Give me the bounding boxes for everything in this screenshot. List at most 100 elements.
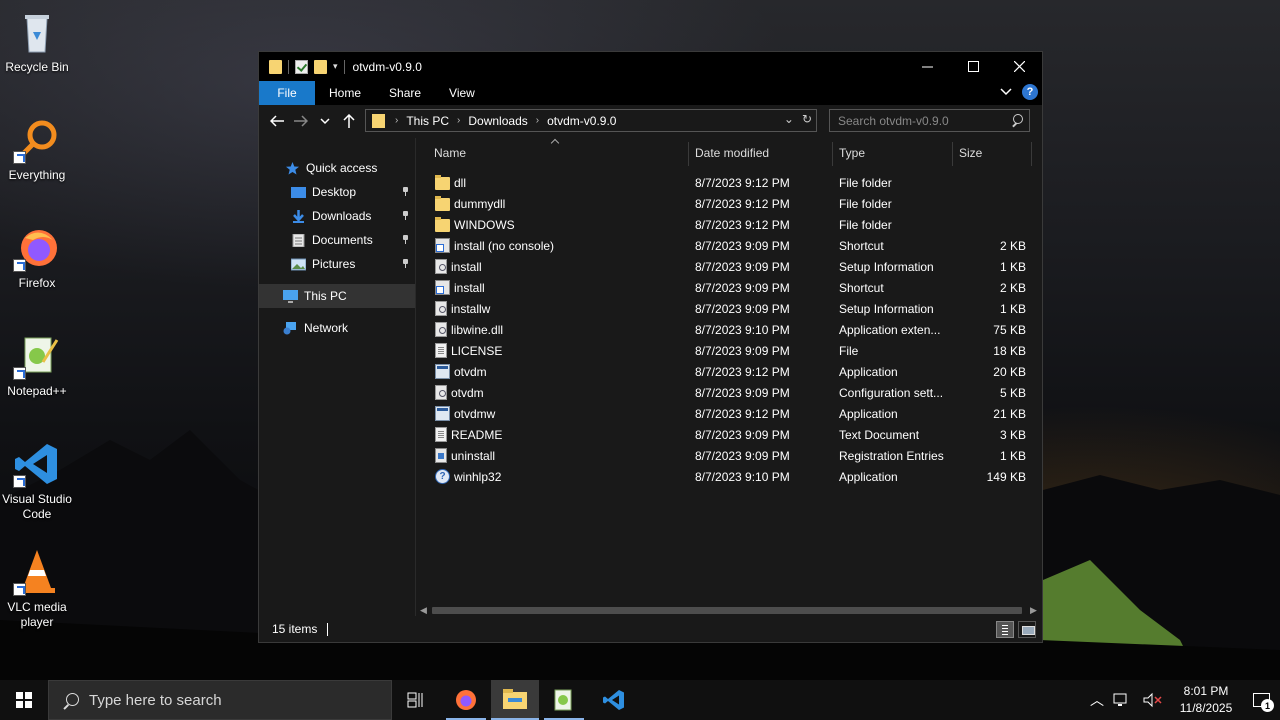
up-button[interactable]: [337, 109, 361, 133]
minimize-button[interactable]: [904, 52, 950, 81]
table-row[interactable]: dll 8/7/2023 9:12 PM File folder: [416, 172, 1042, 193]
table-row[interactable]: install 8/7/2023 9:09 PM Shortcut 2 KB: [416, 277, 1042, 298]
new-folder-icon[interactable]: [314, 59, 327, 74]
settings-file-icon: [435, 301, 447, 316]
desktop-icon-notepad-plus-plus[interactable]: Notepad++: [0, 332, 74, 399]
sidebar-item-quick-access[interactable]: Quick access: [259, 156, 415, 180]
sidebar-item-desktop[interactable]: Desktop: [259, 180, 415, 204]
refresh-icon[interactable]: ↻: [802, 112, 812, 126]
scroll-right-icon[interactable]: ▶: [1030, 605, 1040, 615]
breadcrumb-this-pc[interactable]: This PC: [402, 114, 453, 128]
table-row[interactable]: dummydll 8/7/2023 9:12 PM File folder: [416, 193, 1042, 214]
cell-name: installw: [435, 298, 490, 319]
cell-size: 5 KB: [999, 385, 1026, 400]
table-row[interactable]: otvdm 8/7/2023 9:09 PM Configuration sett.…: [416, 382, 1042, 403]
taskbar-firefox[interactable]: [442, 680, 490, 720]
scrollbar-thumb[interactable]: [432, 607, 1022, 614]
start-button[interactable]: [0, 680, 48, 720]
table-row[interactable]: WINDOWS 8/7/2023 9:12 PM File folder: [416, 214, 1042, 235]
taskbar-notepad-plus-plus[interactable]: [540, 680, 588, 720]
recent-locations-chevron-icon[interactable]: [313, 109, 337, 133]
sidebar-item-label: Desktop: [312, 185, 357, 199]
breadcrumb-chevron-icon[interactable]: ›: [391, 115, 402, 126]
help-icon[interactable]: ?: [1022, 84, 1038, 100]
show-hidden-icons-chevron-icon[interactable]: ︿: [1084, 690, 1110, 710]
breadcrumb-downloads[interactable]: Downloads: [464, 114, 531, 128]
desktop-icon-firefox[interactable]: Firefox: [0, 224, 74, 291]
cell-type: Application: [839, 406, 898, 421]
divider: [343, 59, 345, 74]
table-row[interactable]: otvdm 8/7/2023 9:12 PM Application 20 KB: [416, 361, 1042, 382]
sidebar-item-downloads[interactable]: Downloads: [259, 204, 415, 228]
shortcut-arrow-icon: [13, 259, 26, 272]
maximize-button[interactable]: [950, 52, 996, 81]
table-row[interactable]: libwine.dll 8/7/2023 9:10 PM Application e…: [416, 319, 1042, 340]
taskbar-file-explorer[interactable]: [491, 680, 539, 720]
desktop-icon-vscode[interactable]: Visual Studio Code: [0, 440, 74, 522]
tab-share[interactable]: Share: [375, 81, 435, 105]
forward-button[interactable]: [289, 109, 313, 133]
sidebar-item-network[interactable]: Network: [259, 316, 415, 340]
breadcrumb-current-folder[interactable]: otvdm-v0.9.0: [543, 114, 620, 128]
column-header-type[interactable]: Type: [833, 138, 951, 168]
column-divider[interactable]: [1031, 142, 1032, 166]
cell-name: install (no console): [435, 235, 554, 256]
breadcrumb-chevron-icon[interactable]: ›: [532, 115, 543, 126]
search-input[interactable]: Search otvdm-v0.9.0: [829, 109, 1030, 132]
network-status-icon[interactable]: [1112, 692, 1136, 708]
help-file-icon: ?: [435, 469, 450, 484]
cell-date-modified: 8/7/2023 9:12 PM: [695, 406, 790, 421]
table-row[interactable]: uninstall 8/7/2023 9:09 PM Registration En…: [416, 445, 1042, 466]
sidebar-item-pictures[interactable]: Pictures: [259, 252, 415, 276]
desktop-icon-label: VLC media player: [7, 600, 67, 629]
title-bar[interactable]: ▾ otvdm-v0.9.0: [259, 52, 1042, 81]
everything-search-icon: [13, 116, 61, 164]
back-button[interactable]: [265, 109, 289, 133]
clock[interactable]: 8:01 PM 11/8/2025: [1170, 683, 1242, 717]
cell-size: 21 KB: [993, 406, 1026, 421]
file-name: LICENSE: [451, 343, 503, 358]
shortcut-arrow-icon: [13, 475, 26, 488]
cell-date-modified: 8/7/2023 9:09 PM: [695, 259, 790, 274]
desktop-icon-recycle-bin[interactable]: Recycle Bin: [0, 8, 74, 75]
pin-icon: [401, 211, 409, 220]
desktop-icon-everything[interactable]: Everything: [0, 116, 74, 183]
address-bar[interactable]: › This PC › Downloads › otvdm-v0.9.0 ⌄ ↻: [365, 109, 817, 132]
table-row[interactable]: otvdmw 8/7/2023 9:12 PM Application 21 KB: [416, 403, 1042, 424]
tab-file[interactable]: File: [259, 81, 315, 105]
table-row[interactable]: install (no console) 8/7/2023 9:09 PM Shor…: [416, 235, 1042, 256]
table-row[interactable]: install 8/7/2023 9:09 PM Setup Information…: [416, 256, 1042, 277]
breadcrumb-chevron-icon[interactable]: ›: [453, 115, 464, 126]
table-row[interactable]: installw 8/7/2023 9:09 PM Setup Informatio…: [416, 298, 1042, 319]
cell-date-modified: 8/7/2023 9:12 PM: [695, 196, 790, 211]
table-row[interactable]: LICENSE 8/7/2023 9:09 PM File 18 KB: [416, 340, 1042, 361]
column-header-size[interactable]: Size: [953, 138, 1031, 168]
desktop-icon-vlc[interactable]: VLC media player: [0, 548, 74, 630]
pictures-folder-icon: [291, 258, 306, 270]
large-icons-view-button[interactable]: [1018, 621, 1036, 638]
windows-logo-icon: [16, 692, 32, 708]
details-view-button[interactable]: [996, 621, 1014, 638]
expand-ribbon-chevron-icon[interactable]: [1000, 88, 1012, 96]
column-header-name[interactable]: Name: [428, 138, 686, 168]
taskbar-search-input[interactable]: Type here to search: [48, 680, 392, 720]
address-history-dropdown-icon[interactable]: ⌄: [784, 112, 794, 126]
sidebar-item-this-pc[interactable]: This PC: [259, 284, 415, 308]
scroll-left-icon[interactable]: ◀: [420, 605, 430, 615]
sidebar-item-documents[interactable]: Documents: [259, 228, 415, 252]
tab-view[interactable]: View: [435, 81, 489, 105]
table-row[interactable]: ? winhlp32 8/7/2023 9:10 PM Application 149 …: [416, 466, 1042, 487]
table-row[interactable]: README 8/7/2023 9:09 PM Text Document 3 KB: [416, 424, 1042, 445]
customize-toolbar-dropdown-icon[interactable]: ▾: [333, 61, 338, 72]
taskbar-vscode[interactable]: [590, 680, 638, 720]
file-rows: dll 8/7/2023 9:12 PM File folder dummydll 8/…: [416, 172, 1042, 487]
task-view-button[interactable]: [392, 680, 440, 720]
close-button[interactable]: [996, 52, 1042, 81]
properties-icon[interactable]: [295, 59, 308, 74]
file-list: Name Date modified Type Size dll 8/7/2023…: [416, 138, 1042, 618]
cell-date-modified: 8/7/2023 9:12 PM: [695, 217, 790, 232]
action-center-button[interactable]: 1: [1242, 680, 1280, 720]
tab-home[interactable]: Home: [315, 81, 375, 105]
column-header-date[interactable]: Date modified: [689, 138, 831, 168]
volume-muted-icon[interactable]: [1142, 692, 1166, 708]
